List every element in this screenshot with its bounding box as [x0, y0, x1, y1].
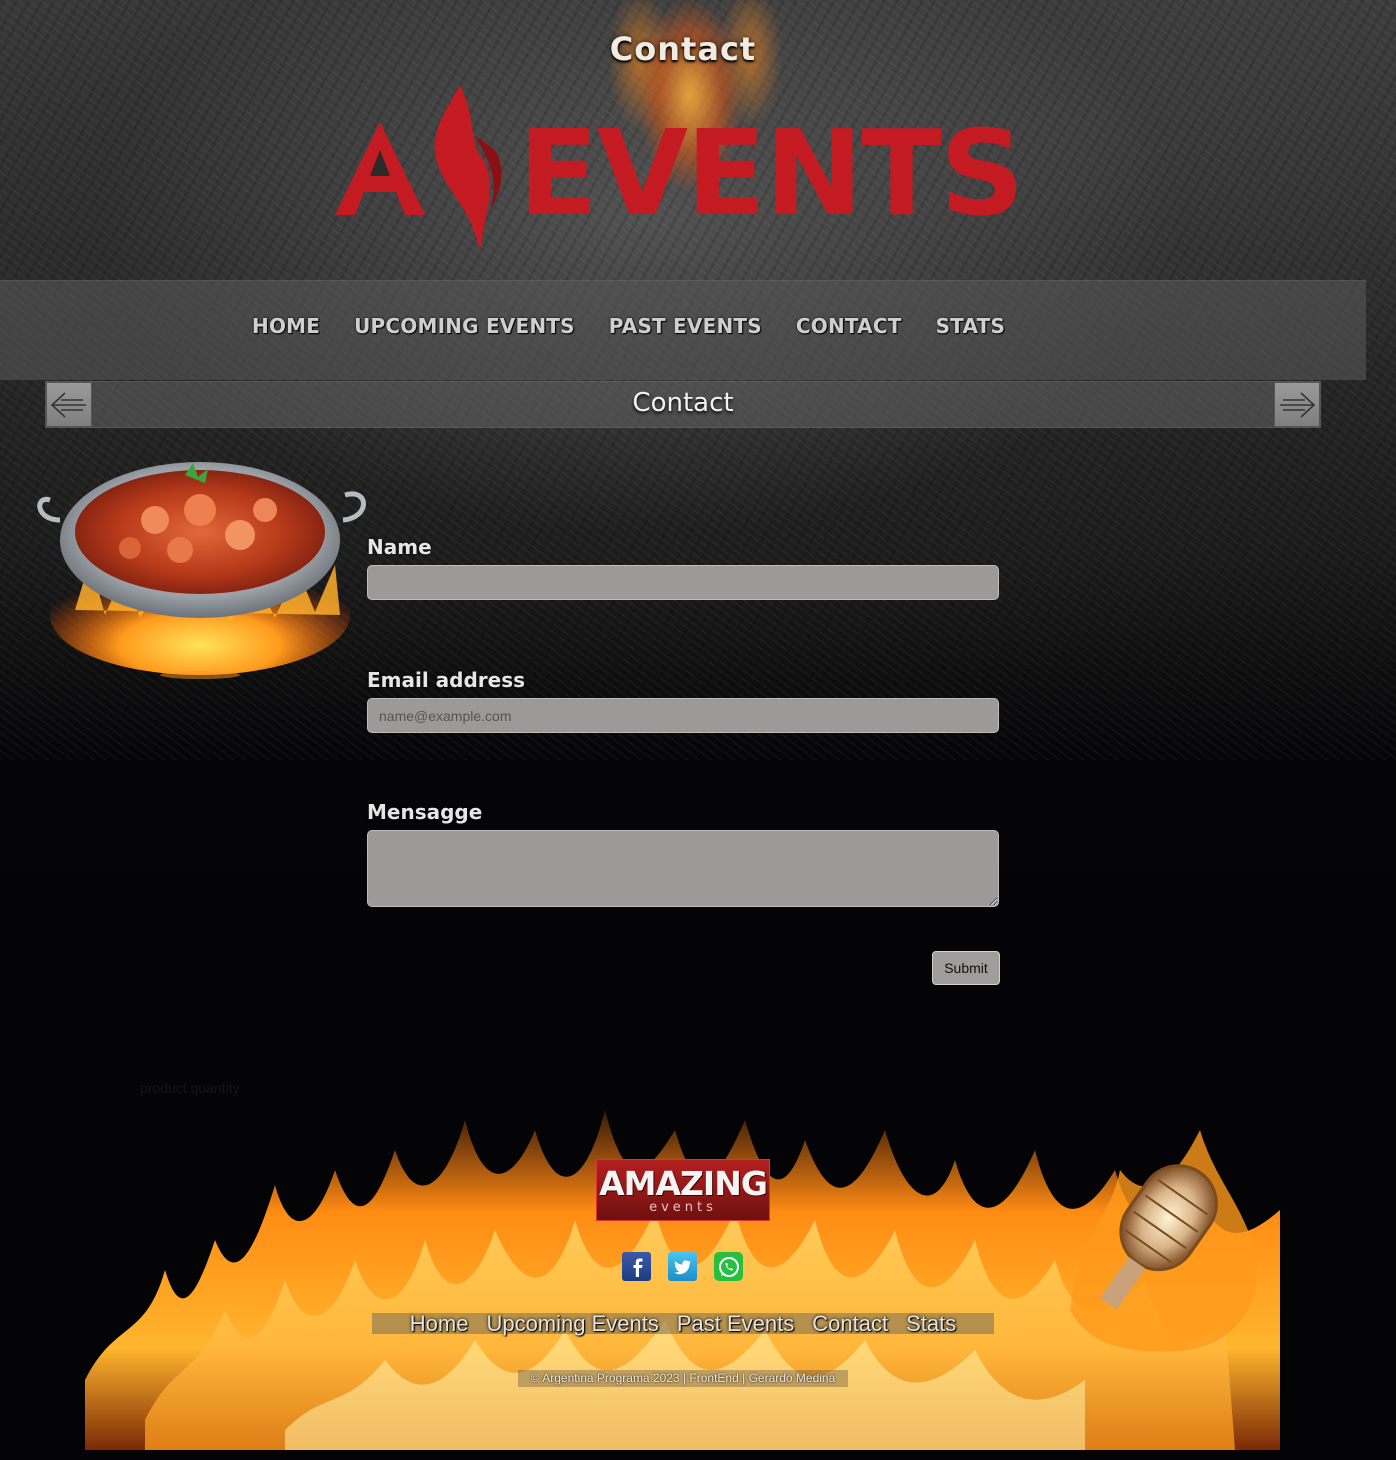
nav-list: HOME UPCOMING EVENTS PAST EVENTS CONTACT… [235, 314, 1022, 338]
amazing-events-logo: AMAZING events [596, 1159, 770, 1221]
nav-item-stats[interactable]: STATS [919, 314, 1022, 338]
email-label: Email address [367, 668, 526, 692]
shrimp-pan-image [37, 462, 366, 679]
nav-item-past-events[interactable]: PAST EVENTS [592, 314, 779, 338]
twitter-icon [673, 1259, 691, 1274]
footer-logo-subtitle: events [649, 1199, 717, 1215]
social-links [622, 1252, 743, 1281]
page-title: Contact [609, 30, 757, 68]
message-label: Mensagge [367, 800, 483, 824]
footer-nav: Home Upcoming Events Past Events Contact… [372, 1313, 994, 1335]
nav-item-upcoming-events[interactable]: UPCOMING EVENTS [337, 314, 592, 338]
flaming-microphone-image [1070, 1130, 1258, 1352]
main-navbar: HOME UPCOMING EVENTS PAST EVENTS CONTACT… [0, 280, 1366, 380]
section-title: Contact [632, 388, 734, 418]
whatsapp-icon [718, 1256, 739, 1277]
footer-link-contact[interactable]: Contact [812, 1313, 888, 1335]
facebook-link[interactable] [622, 1252, 651, 1281]
events-logo: EVENTS [335, 85, 1025, 250]
name-label: Name [367, 535, 432, 559]
nav-item-home[interactable]: HOME [235, 314, 337, 338]
footer-link-home[interactable]: Home [410, 1313, 469, 1335]
footer-link-stats[interactable]: Stats [906, 1313, 956, 1335]
next-page-button[interactable] [1274, 382, 1320, 427]
submit-button[interactable]: Submit [932, 951, 1000, 985]
footer-link-past-events[interactable]: Past Events [677, 1313, 794, 1335]
name-group: Name [367, 535, 999, 600]
message-group: Mensagge [367, 800, 999, 907]
flame-a-logo-icon [335, 85, 502, 250]
logo-text: EVENTS [518, 104, 1023, 242]
email-field[interactable] [367, 698, 999, 733]
footer-logo-title: AMAZING [599, 1163, 768, 1203]
facebook-icon [633, 1258, 642, 1277]
footer-link-upcoming-events[interactable]: Upcoming Events [486, 1313, 658, 1335]
arrow-right-icon [1280, 391, 1316, 418]
name-field[interactable] [367, 565, 999, 600]
page-title-bar: Contact [45, 381, 1321, 428]
twitter-link[interactable] [668, 1252, 697, 1281]
whatsapp-link[interactable] [714, 1252, 743, 1281]
message-field[interactable] [367, 830, 999, 907]
copyright-text: © Argentina Programa 2023 | FrontEnd | G… [518, 1370, 848, 1387]
email-group: Email address [367, 668, 999, 733]
nav-item-contact[interactable]: CONTACT [779, 314, 919, 338]
